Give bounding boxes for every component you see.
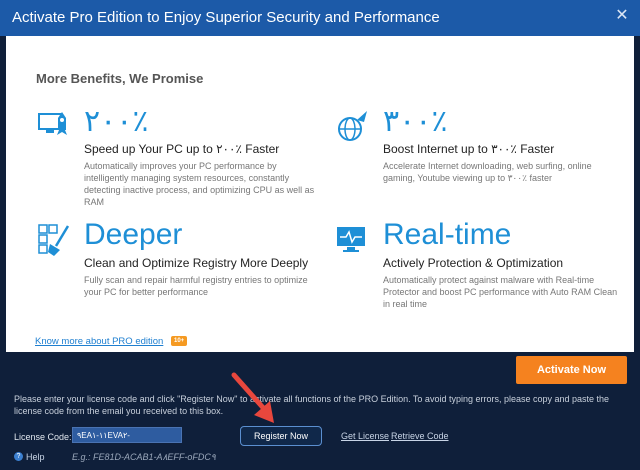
window-title: Activate Pro Edition to Enjoy Superior S…	[12, 9, 440, 26]
benefit-subtitle: Actively Protection & Optimization	[383, 256, 564, 270]
title-bar: Activate Pro Edition to Enjoy Superior S…	[0, 0, 640, 36]
benefits-heading: More Benefits, We Promise	[36, 71, 204, 86]
help-link[interactable]: Help	[26, 452, 45, 462]
help-icon[interactable]: ?	[14, 452, 23, 461]
activate-now-button[interactable]: Activate Now	[516, 356, 627, 384]
benefit-subtitle: Speed up Your PC up to ٢٠٠٪ Faster	[84, 142, 280, 156]
license-example: E.g.: FE81D-ACAB1-A٨EFF-oFDC٩	[72, 452, 216, 462]
license-instructions: Please enter your license code and click…	[14, 394, 610, 416]
globe-rocket-icon	[338, 111, 367, 141]
benefit-big-text: Deeper	[84, 218, 183, 251]
benefit-big-text: Real-time	[383, 218, 512, 251]
retrieve-code-link[interactable]: Retrieve Code	[391, 431, 449, 441]
benefit-big-text: ٣٠٠٪	[383, 105, 448, 138]
rocket-monitor-icon	[38, 112, 67, 135]
realtime-monitor-icon	[337, 227, 365, 252]
license-code-input[interactable]: ٩EA١١-١EVA٢-	[72, 427, 182, 443]
red-arrow-annotation	[231, 372, 274, 423]
benefit-description: Accelerate Internet downloading, web sur…	[383, 161, 592, 183]
benefit-description: Fully scan and repair harmful registry e…	[84, 275, 308, 297]
get-license-link[interactable]: Get License	[341, 431, 389, 441]
benefit-subtitle: Boost Internet up to ٣٠٠٪ Faster	[383, 142, 555, 156]
benefits-panel: More Benefits, We Promise ٢٠٠٪ Speed up …	[6, 36, 634, 352]
benefit-subtitle: Clean and Optimize Registry More Deeply	[84, 256, 309, 270]
license-code-label: License Code:	[14, 432, 72, 442]
new-badge: 10+	[171, 336, 188, 346]
registry-broom-icon	[38, 224, 70, 256]
benefit-big-text: ٢٠٠٪	[84, 105, 149, 138]
know-more-link[interactable]: Know more about PRO edition	[35, 336, 163, 347]
close-icon[interactable]: ✕	[612, 6, 632, 26]
benefit-description: Automatically protect against malware wi…	[383, 275, 618, 309]
benefit-description: Automatically improves your PC performan…	[84, 161, 315, 207]
